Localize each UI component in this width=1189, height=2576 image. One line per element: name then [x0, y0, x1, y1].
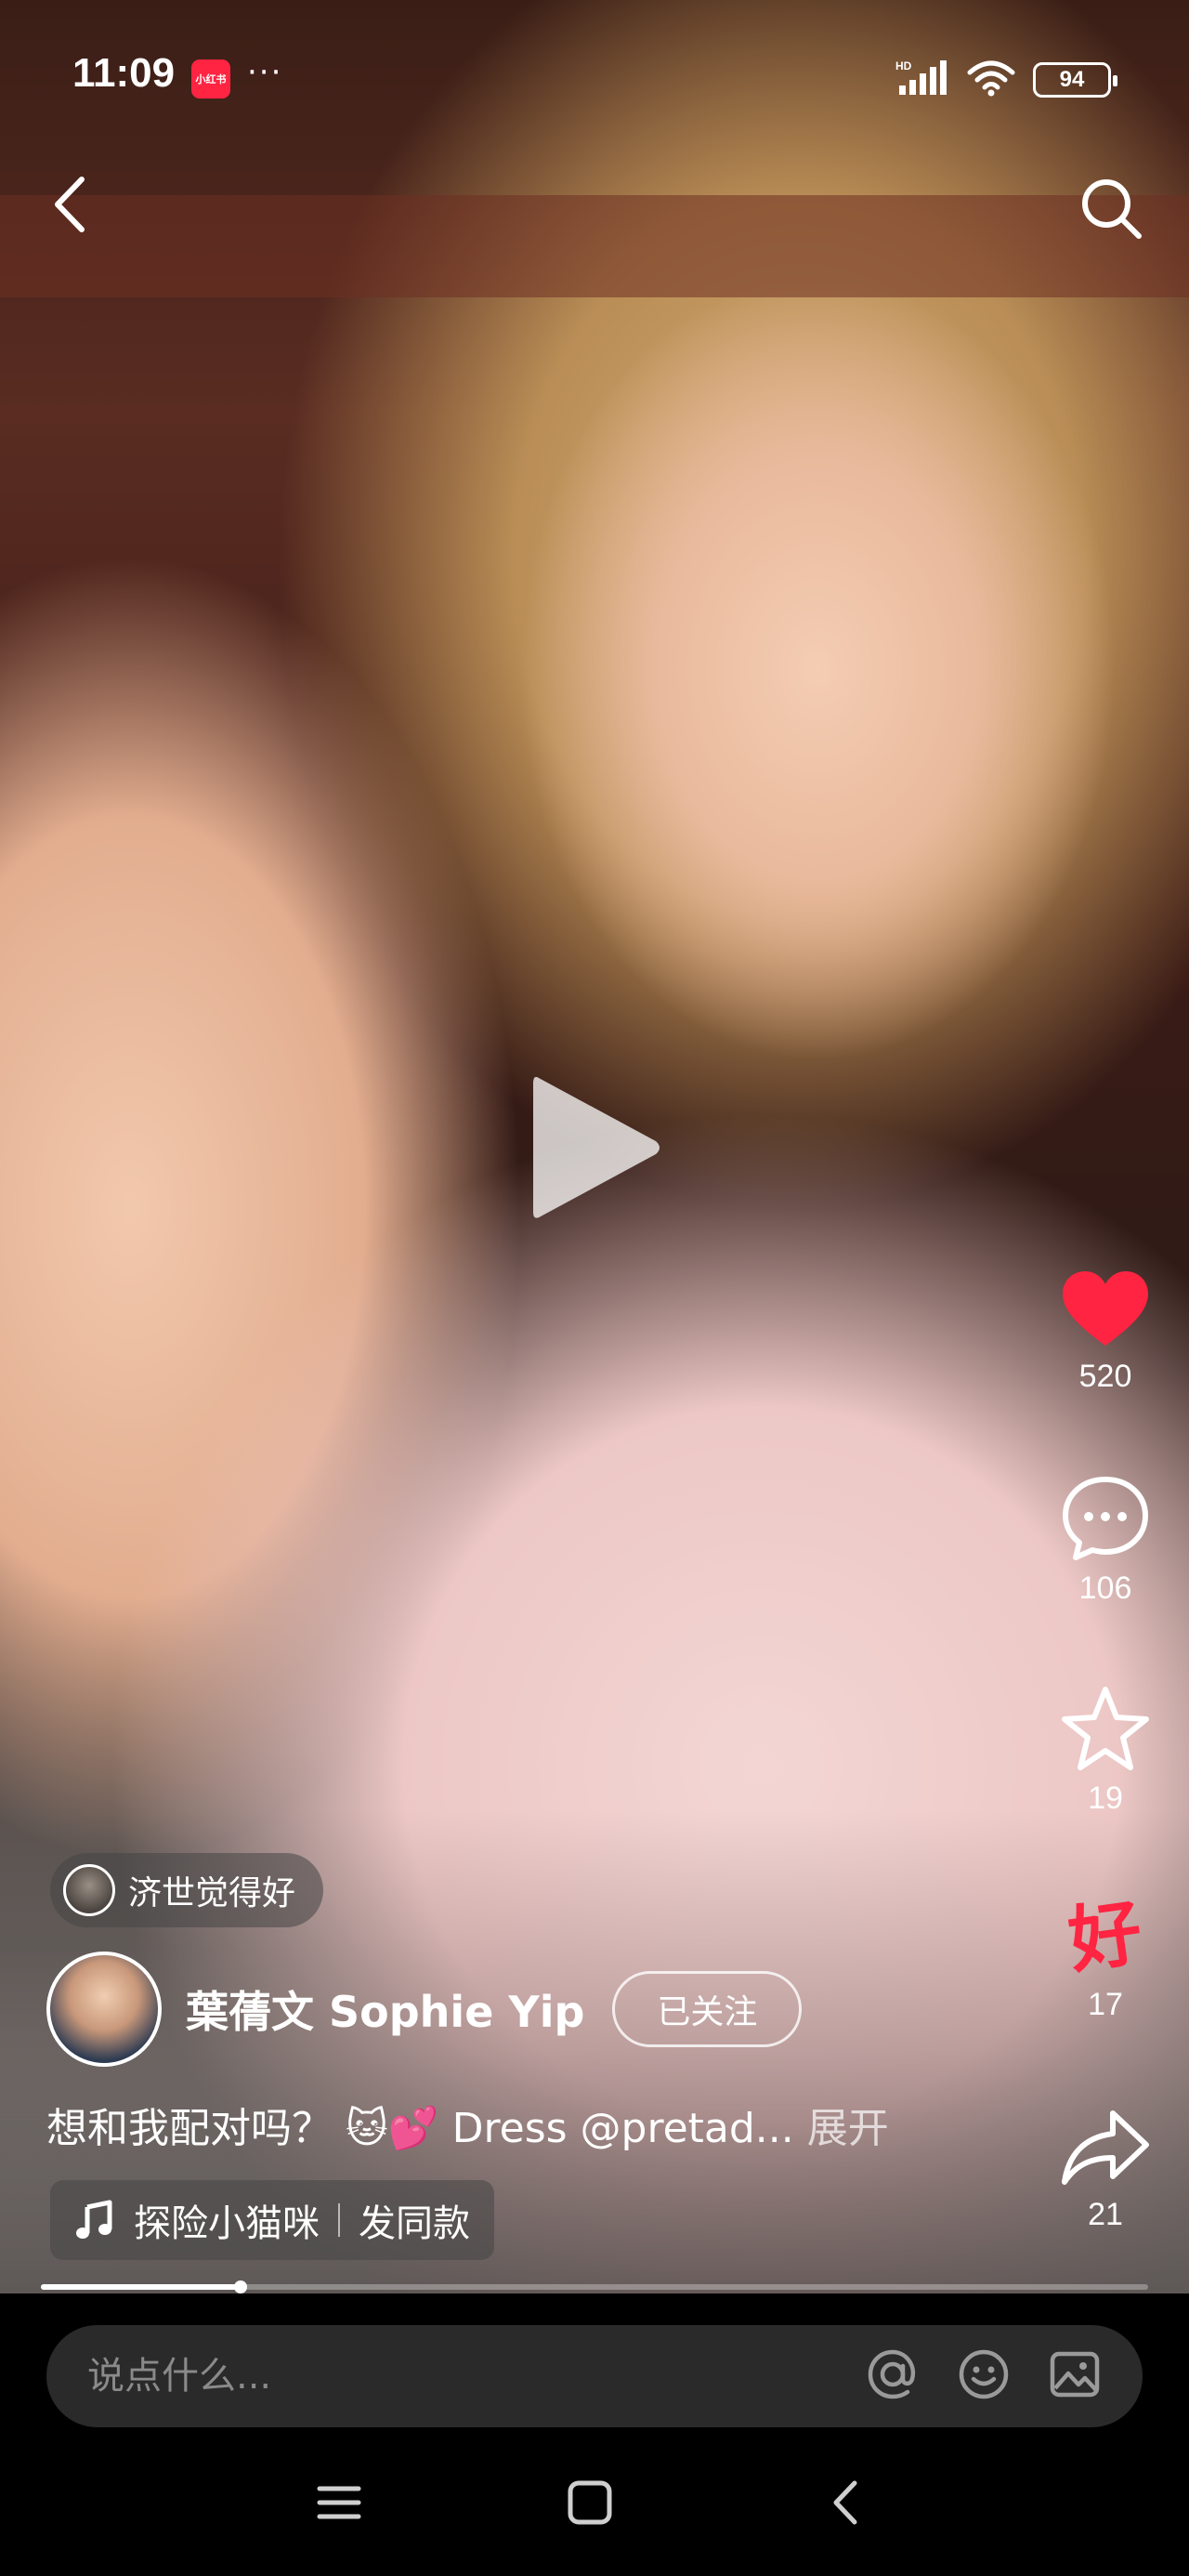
hao-button[interactable]: 好 17: [1050, 1891, 1161, 2023]
music-note-icon: [76, 2200, 112, 2239]
follow-button[interactable]: 已关注: [612, 1971, 803, 2047]
play-icon: [533, 1076, 660, 1218]
use-sound-button[interactable]: 发同款: [359, 2193, 470, 2247]
image-icon[interactable]: [1048, 2347, 1102, 2405]
comment-count: 106: [1078, 1571, 1132, 1606]
video-progress-bar[interactable]: [41, 2280, 1148, 2293]
author-avatar[interactable]: [46, 1952, 162, 2067]
search-button[interactable]: [1078, 175, 1144, 242]
home-icon[interactable]: [567, 2479, 613, 2530]
music-divider: [338, 2203, 340, 2237]
svg-text:HD: HD: [895, 59, 912, 72]
collect-button[interactable]: 19: [1050, 1684, 1161, 1817]
star-icon: [1062, 1687, 1149, 1770]
like-count: 520: [1078, 1359, 1132, 1394]
signal-icon: HD: [895, 59, 949, 100]
nav-back-icon[interactable]: [823, 2479, 869, 2530]
like-button[interactable]: 520: [1050, 1268, 1161, 1395]
comment-bar: [46, 2325, 1143, 2427]
system-nav-bar: [0, 2453, 1189, 2565]
author-name[interactable]: 葉蒨文 Sophie Yip: [186, 1978, 584, 2040]
emoji-icon[interactable]: [957, 2347, 1011, 2405]
liker-avatar: [63, 1864, 115, 1916]
caption-text: 想和我配对吗？ 🐱💕 Dress @pretad...: [46, 2105, 794, 2152]
music-pill[interactable]: 探险小猫咪 发同款: [50, 2180, 494, 2260]
comment-button[interactable]: 106: [1050, 1474, 1161, 1607]
liker-pill[interactable]: 济世觉得好: [50, 1853, 324, 1927]
share-count: 21: [1088, 2197, 1123, 2232]
author-row: 葉蒨文 Sophie Yip 已关注: [46, 1952, 803, 2067]
battery-icon: 94: [1033, 62, 1117, 98]
status-more-dots: ···: [247, 54, 283, 91]
share-button[interactable]: 21: [1050, 2106, 1161, 2233]
mention-icon[interactable]: [866, 2347, 920, 2405]
wifi-icon: [966, 59, 1016, 100]
comment-input[interactable]: [87, 2355, 866, 2398]
back-arrow-icon: [55, 177, 85, 232]
hao-count: 17: [1088, 1987, 1123, 2022]
search-icon: [1082, 179, 1142, 239]
play-button[interactable]: [520, 1069, 669, 1227]
liker-text: 济世觉得好: [128, 1874, 296, 1912]
back-button[interactable]: [43, 172, 98, 237]
caption[interactable]: 想和我配对吗？ 🐱💕 Dress @pretad... 展开: [46, 2095, 889, 2154]
video-background-shelf: [0, 195, 1189, 297]
comment-tools: [866, 2347, 1102, 2405]
status-time: 11:09: [72, 50, 176, 96]
music-title: 探险小猫咪: [134, 2202, 320, 2245]
status-bar: 11:09 小红书 ··· HD 94: [0, 0, 1189, 158]
video-progress-knob[interactable]: [233, 2280, 247, 2293]
share-arrow-icon: [1062, 2110, 1149, 2185]
app-badge-icon: 小红书: [191, 59, 230, 99]
menu-icon[interactable]: [316, 2479, 362, 2530]
heart-icon: [1063, 1271, 1148, 1346]
status-icons: HD 94: [895, 59, 1117, 100]
hao-icon: 好: [1064, 1891, 1147, 1984]
video-progress-fill: [41, 2284, 241, 2290]
comment-bubble-icon: [1063, 1477, 1148, 1560]
collect-count: 19: [1088, 1781, 1123, 1816]
expand-caption-link[interactable]: 展开: [807, 2105, 889, 2152]
